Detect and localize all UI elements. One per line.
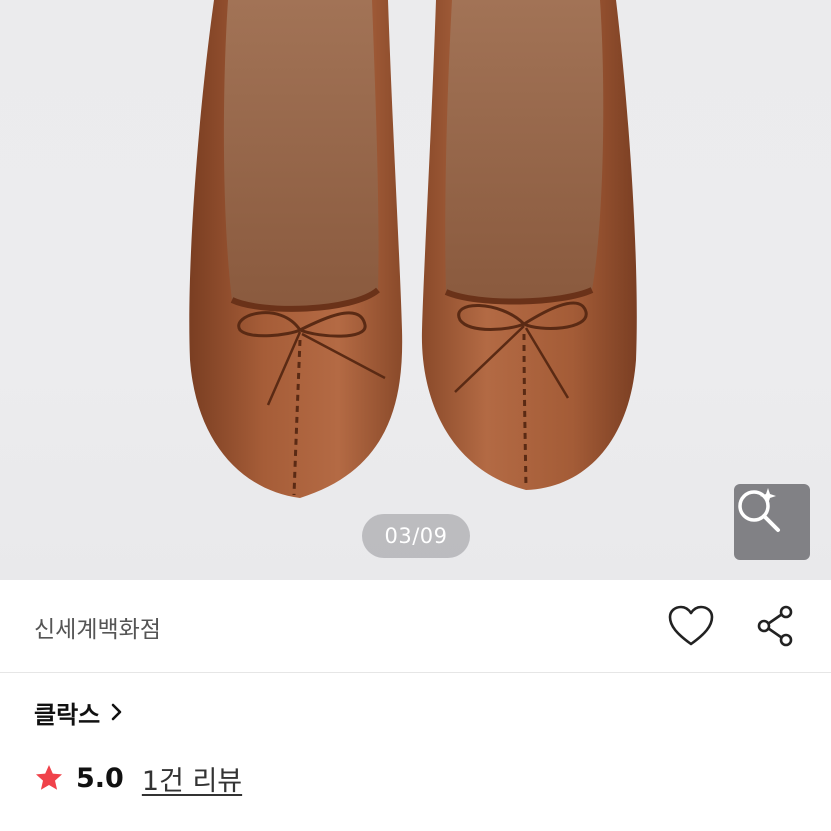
- brand-link[interactable]: 클락스: [34, 694, 124, 730]
- rating-score: 5.0: [76, 762, 124, 794]
- share-icon: [757, 605, 793, 647]
- review-count-link[interactable]: 1건 리뷰: [142, 759, 242, 798]
- product-image[interactable]: 03/09: [0, 0, 831, 580]
- chevron-right-icon: [111, 703, 122, 721]
- like-button[interactable]: [667, 604, 715, 648]
- image-counter: 03/09: [362, 514, 470, 558]
- brand-name: 클락스: [34, 700, 101, 729]
- rating-row: 5.0 1건 리뷰: [34, 758, 242, 798]
- seller-row: 신세계백화점: [0, 580, 831, 673]
- image-search-icon: [738, 488, 780, 532]
- heart-icon: [668, 605, 714, 646]
- ballet-flats-photo: [189, 0, 637, 498]
- share-button[interactable]: [752, 604, 800, 648]
- image-search-button[interactable]: [734, 484, 810, 560]
- seller-name[interactable]: 신세계백화점: [34, 610, 161, 644]
- star-icon: [36, 765, 62, 790]
